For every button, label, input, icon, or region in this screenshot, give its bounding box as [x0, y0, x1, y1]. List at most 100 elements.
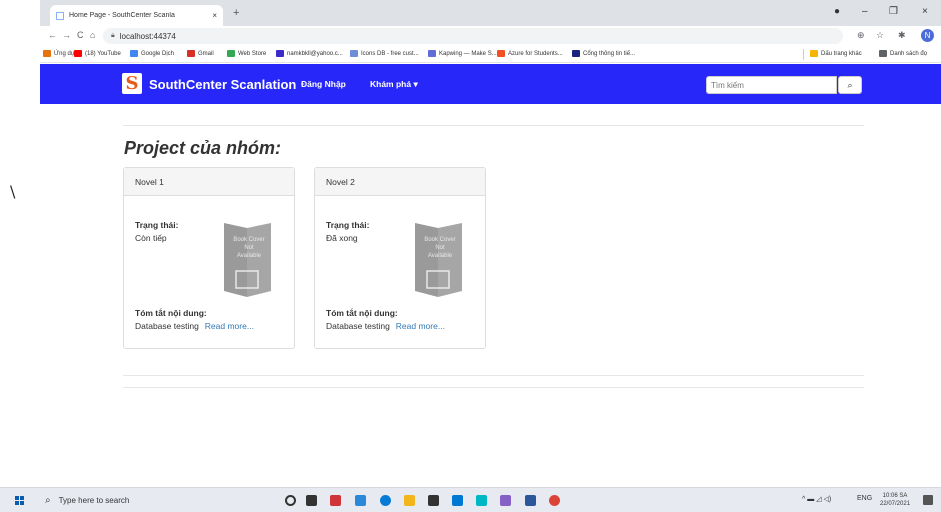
taskbar-search[interactable]: ⌕ Type here to search: [45, 492, 235, 509]
bookmark-label: Cổng thông tin tiế...: [583, 50, 636, 57]
bookmark-item[interactable]: (18) YouTube: [74, 50, 121, 57]
bookmark-item[interactable]: Web Store: [227, 50, 266, 57]
lock-icon: 🔒︎: [111, 32, 115, 39]
site-brand[interactable]: SouthCenter Scanlation: [149, 77, 296, 92]
taskbar-visual-studio-icon[interactable]: [500, 495, 511, 506]
footer-divider: [123, 387, 864, 388]
bookmark-label: (18) YouTube: [85, 50, 121, 57]
bookmark-star-icon[interactable]: ☆: [876, 30, 884, 41]
new-tab-button[interactable]: +: [233, 7, 239, 19]
clock-time: 10:06 SA: [882, 493, 908, 499]
bookmark-item[interactable]: namkbkll@yahoo.c...: [276, 50, 343, 57]
clock[interactable]: 10:06 SA 22/07/2021: [880, 492, 910, 508]
top-divider: [123, 125, 864, 126]
project-name[interactable]: Novel 2: [315, 168, 485, 196]
bookmark-icon: [130, 50, 138, 57]
summary-line: Database testing Read more...: [326, 321, 445, 331]
summary-label: Tóm tắt nội dung:: [135, 308, 207, 318]
windows-start-icon[interactable]: [15, 496, 25, 506]
site-search-button[interactable]: ⌕: [838, 76, 862, 94]
taskbar-store-icon[interactable]: [428, 495, 439, 506]
bookmark-icon: [74, 50, 82, 57]
taskbar-word-icon[interactable]: [525, 495, 536, 506]
browser-toolbar: ← → C ⌂ 🔒︎ localhost:44374 ⊕ ☆ ✱ N: [40, 26, 941, 46]
bookmark-icon: [276, 50, 284, 57]
bookmark-label: Gmail: [198, 50, 214, 57]
project-name[interactable]: Novel 1: [124, 168, 294, 196]
tab-title: Home Page - SouthCenter Scanla: [69, 12, 175, 19]
read-more-link[interactable]: Read more...: [396, 321, 445, 331]
read-more-link[interactable]: Read more...: [205, 321, 254, 331]
nav-explore-dropdown[interactable]: Khám phá ▾: [370, 79, 418, 90]
summary-text: Database testing: [135, 321, 199, 331]
taskbar-chrome-icon[interactable]: [549, 495, 560, 506]
profile-dot-icon[interactable]: ●: [834, 6, 840, 17]
bookmark-item[interactable]: Dấu trang khác: [810, 50, 862, 57]
bookmark-icon: [227, 50, 235, 57]
status-value: Còn tiếp: [135, 233, 167, 243]
language-indicator[interactable]: ENG: [857, 495, 872, 502]
summary-line: Database testing Read more...: [135, 321, 254, 331]
site-search-input[interactable]: [706, 76, 837, 94]
title-bar: Home Page - SouthCenter Scanla × + ● – ❐…: [40, 0, 941, 26]
extensions-icon[interactable]: ✱: [898, 30, 906, 41]
taskbar-app-cyan-icon[interactable]: [476, 495, 487, 506]
bookmark-item[interactable]: Icons DB - free cust...: [350, 50, 419, 57]
section-title: Project của nhóm:: [124, 138, 282, 158]
status-label: Trạng thái:: [326, 220, 370, 230]
nav-login-link[interactable]: Đăng Nhập: [301, 79, 346, 89]
taskbar-search-placeholder: Type here to search: [58, 496, 130, 505]
taskbar-mail-icon[interactable]: [452, 495, 463, 506]
stray-backslash: \: [10, 182, 16, 201]
close-window-button[interactable]: ×: [922, 6, 928, 17]
bookmarks-divider: [803, 49, 804, 60]
cover-text: Book Cover: [424, 237, 455, 243]
restore-button[interactable]: ❐: [889, 6, 898, 17]
taskbar-app-blue-icon[interactable]: [355, 495, 366, 506]
search-icon: ⌕: [45, 495, 51, 506]
bookmark-item[interactable]: Google Dịch: [130, 50, 174, 57]
back-button[interactable]: ←: [48, 30, 57, 40]
bookmark-icon: [428, 50, 436, 57]
address-bar[interactable]: 🔒︎ localhost:44374: [103, 28, 843, 44]
tab-close-icon[interactable]: ×: [212, 11, 217, 20]
bottom-divider: [123, 375, 864, 376]
system-tray-icons[interactable]: ^ ▬ ◿ ◁): [802, 495, 831, 503]
project-card: Novel 2 Trạng thái: Đã xong Book Cover N…: [314, 167, 486, 349]
minimize-button[interactable]: –: [862, 6, 868, 17]
bookmark-item[interactable]: Kapwing — Make S...: [428, 50, 497, 57]
zoom-icon[interactable]: ⊕: [857, 30, 865, 41]
taskbar-app-red-icon[interactable]: [330, 495, 341, 506]
book-cover-placeholder-icon: Book Cover Not Available: [224, 223, 271, 297]
bookmark-label: Azure for Students...: [508, 50, 563, 57]
active-tab[interactable]: Home Page - SouthCenter Scanla ×: [50, 5, 223, 26]
home-button[interactable]: ⌂: [90, 30, 95, 40]
taskbar-file-explorer-icon[interactable]: [404, 495, 415, 506]
bookmark-label: namkbkll@yahoo.c...: [287, 50, 343, 57]
desktop-margin: \: [0, 0, 40, 487]
clock-date: 22/07/2021: [880, 501, 911, 507]
cover-text: Not: [435, 245, 445, 251]
bookmark-item[interactable]: Cổng thông tin tiế...: [572, 50, 635, 57]
bookmark-label: Dấu trang khác: [821, 50, 862, 57]
bookmark-item[interactable]: Danh sách đọ: [879, 50, 927, 57]
bookmark-icon: [43, 50, 51, 57]
taskbar-edge-icon[interactable]: [380, 495, 391, 506]
forward-button[interactable]: →: [62, 30, 71, 40]
notification-icon[interactable]: [923, 495, 933, 505]
status-label: Trạng thái:: [135, 220, 179, 230]
site-logo[interactable]: S: [122, 73, 142, 94]
taskbar-cortana-icon[interactable]: [285, 495, 296, 506]
reload-button[interactable]: C: [77, 30, 84, 40]
bookmark-item[interactable]: Azure for Students...: [497, 50, 563, 57]
taskbar-task-view-icon[interactable]: [306, 495, 317, 506]
book-cover-placeholder-icon: Book Cover Not Available: [415, 223, 462, 297]
bookmark-item[interactable]: Gmail: [187, 50, 214, 57]
site-navbar: S SouthCenter Scanlation Đăng Nhập Khám …: [40, 64, 941, 104]
summary-text: Database testing: [326, 321, 390, 331]
cover-text: Available: [428, 253, 453, 259]
profile-avatar[interactable]: N: [921, 29, 934, 42]
bookmark-label: Icons DB - free cust...: [361, 50, 419, 57]
bookmark-label: Danh sách đọ: [890, 50, 928, 57]
address-text: localhost:44374: [119, 31, 176, 41]
